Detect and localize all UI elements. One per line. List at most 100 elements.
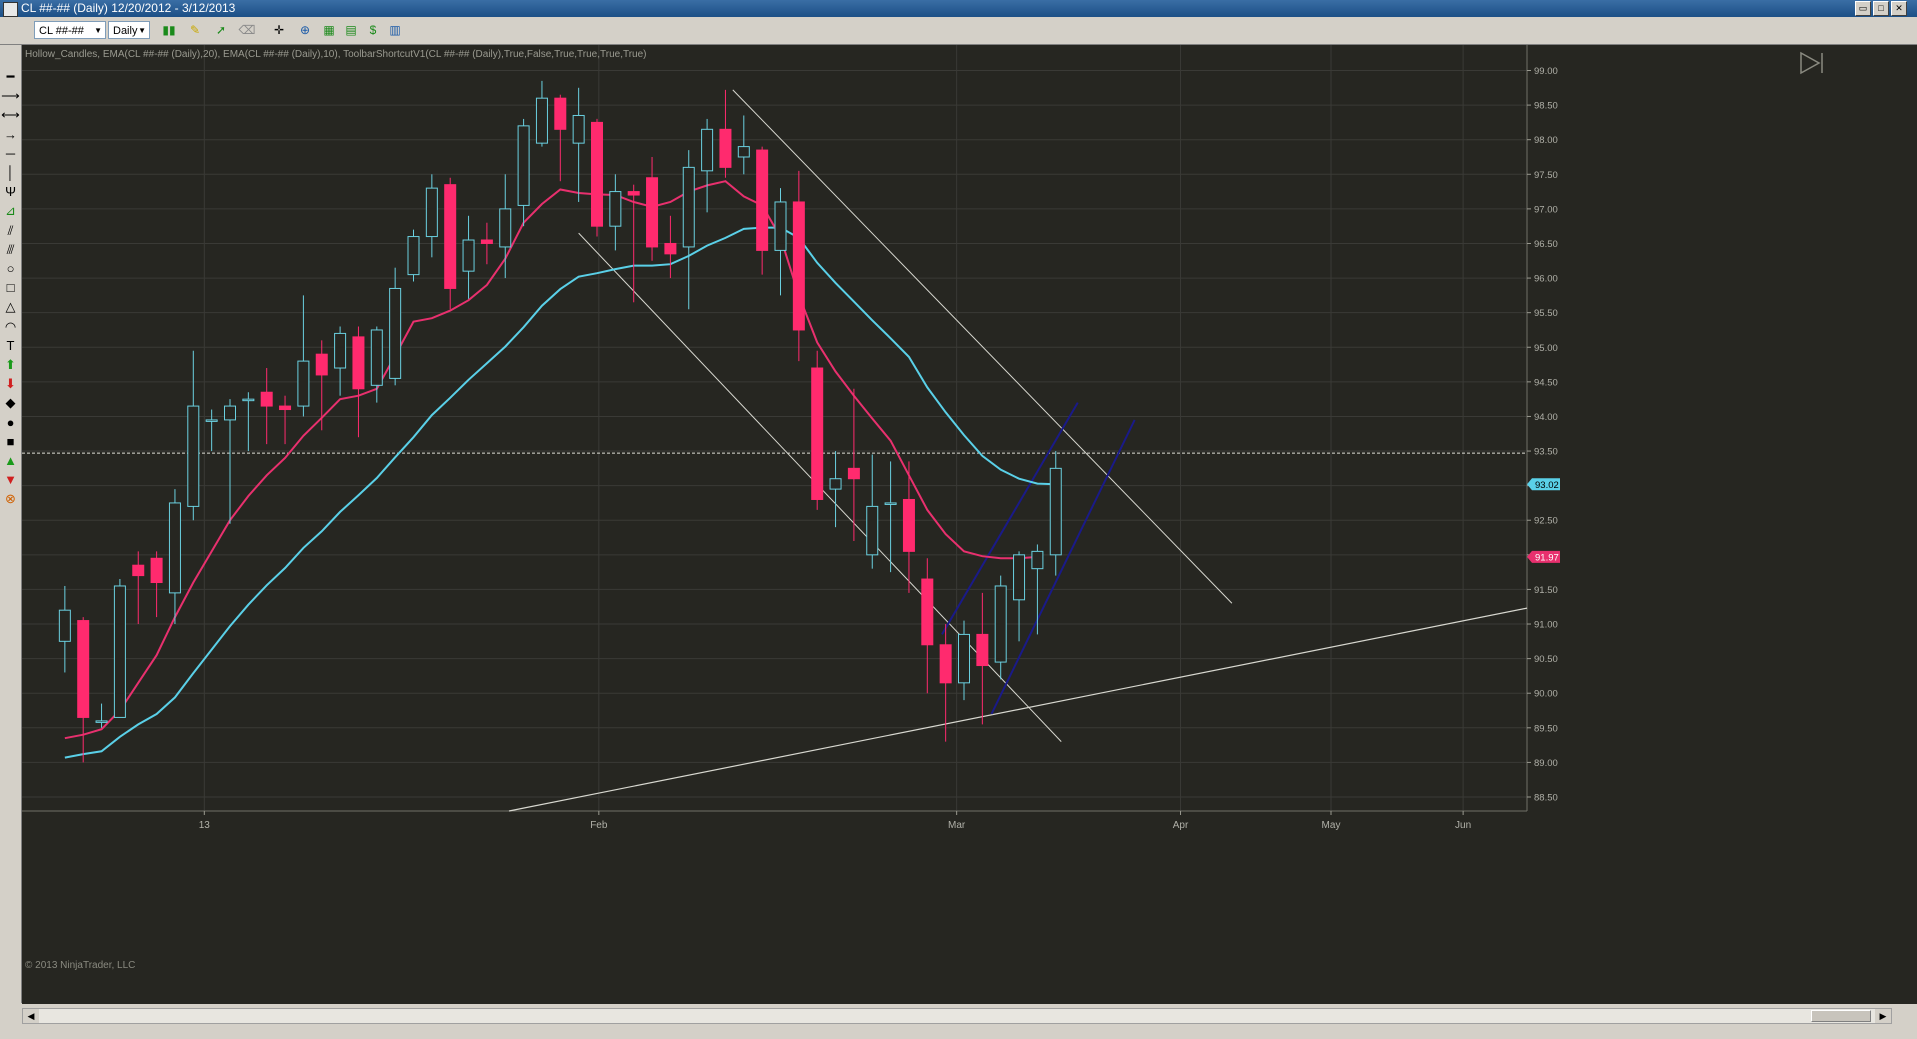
crosshair-icon[interactable]: ✛	[270, 21, 288, 39]
up-candle[interactable]	[113, 579, 126, 718]
chevron-down-icon: ▼	[94, 26, 102, 35]
price-tick-label: 90.50	[1534, 654, 1558, 665]
candle-body	[407, 236, 420, 276]
down-candle[interactable]	[591, 118, 603, 237]
up-candle[interactable]	[407, 229, 420, 282]
candle-body	[737, 146, 750, 158]
square-icon[interactable]: ■	[1, 432, 20, 451]
candle-body	[499, 208, 512, 248]
candle-body	[1031, 550, 1044, 570]
bottom-bar: ◀ ▶	[0, 1004, 1917, 1039]
candle-body	[792, 201, 805, 331]
interval-label: Daily	[113, 25, 138, 37]
candle-body	[389, 287, 402, 379]
fib-fan-icon[interactable]: ⊿	[1, 201, 20, 220]
candle-body	[994, 585, 1007, 663]
candle-body	[572, 114, 585, 144]
price-tick-label: 90.00	[1534, 689, 1558, 700]
candle-body	[352, 336, 365, 390]
price-tick-label: 89.50	[1534, 723, 1558, 734]
pencil-icon[interactable]: ✎	[186, 21, 204, 39]
time-tick-label: May	[1322, 820, 1341, 831]
zoom-icon[interactable]: ⊕	[296, 21, 314, 39]
price-tick-label: 97.50	[1534, 170, 1558, 181]
price-tick-label: 96.00	[1534, 274, 1558, 285]
candle-body	[664, 242, 677, 255]
scroll-thumb[interactable]	[1811, 1010, 1871, 1022]
strategies-icon[interactable]: ▤	[342, 21, 360, 39]
horizontal-line-icon[interactable]: ━	[1, 67, 20, 86]
interval-selector[interactable]: Daily ▼	[108, 21, 150, 39]
candle-body	[976, 633, 989, 667]
indicator-label: Hollow_Candles, EMA(CL ##-## (Daily),20)…	[25, 49, 647, 60]
ellipse-icon[interactable]: ○	[1, 259, 20, 278]
candle-body	[774, 201, 787, 251]
candle-body	[701, 128, 714, 172]
candle-body	[756, 149, 769, 251]
instrument-selector[interactable]: CL ##-## ▼	[34, 21, 106, 39]
close-icon[interactable]: ✕	[1891, 1, 1907, 16]
arrow-down-icon[interactable]: ⬇	[1, 374, 20, 393]
price-marker-label: 91.97	[1535, 552, 1559, 563]
candle-body	[535, 97, 548, 144]
price-marker: 91.97	[1527, 550, 1560, 563]
restore-icon[interactable]: ▭	[1855, 1, 1871, 16]
chart-panel[interactable]: 99.00 98.50 98.00 97.50 97.00 96.50 96.00 95.50…	[22, 45, 1917, 1004]
text-icon[interactable]: T	[1, 336, 20, 355]
candle-body	[627, 191, 640, 196]
candle-body	[921, 578, 934, 646]
pointer-icon[interactable]: ➚	[212, 21, 230, 39]
candle-body	[279, 405, 292, 411]
price-tick-label: 98.00	[1534, 135, 1558, 146]
candle-body	[462, 239, 475, 272]
magnet-icon[interactable]: ⊗	[1, 489, 20, 508]
price-tick-label: 97.00	[1534, 204, 1558, 215]
chart-background	[22, 45, 1917, 1004]
price-tick-label: 89.00	[1534, 758, 1558, 769]
candle-body	[646, 177, 659, 248]
price-tick-label: 91.00	[1534, 620, 1558, 631]
regression-channel-icon[interactable]: ⫻	[1, 240, 20, 259]
chevron-down-icon: ▼	[138, 26, 146, 35]
extended-line-icon[interactable]: ⟷	[1, 105, 20, 124]
candle-body	[444, 184, 457, 289]
indicators-icon[interactable]: ▦	[320, 21, 338, 39]
bar-type-icon[interactable]: ▮▮	[160, 21, 178, 39]
scroll-left-icon[interactable]: ◀	[23, 1009, 39, 1023]
price-tick-label: 95.00	[1534, 343, 1558, 354]
candle-body	[682, 166, 695, 248]
horizontal-scrollbar[interactable]: ◀ ▶	[22, 1008, 1892, 1024]
line-icon[interactable]: ─	[1, 144, 20, 163]
window-title: CL ##-## (Daily) 12/20/2012 - 3/12/2013	[21, 1, 236, 15]
time-tick-label: Apr	[1173, 820, 1189, 831]
triangle-down-icon[interactable]: ▼	[1, 470, 20, 489]
scroll-right-icon[interactable]: ▶	[1875, 1009, 1891, 1023]
arrow-line-icon[interactable]: →	[1, 125, 20, 144]
candle-body	[58, 609, 71, 642]
maximize-icon[interactable]: □	[1873, 1, 1889, 16]
candle-body	[132, 564, 145, 577]
diamond-icon[interactable]: ◆	[1, 393, 20, 412]
properties-icon[interactable]: ▥	[386, 21, 404, 39]
arc-icon[interactable]: ◠	[1, 317, 20, 336]
dot-icon[interactable]: ●	[1, 413, 20, 432]
candle-body	[113, 585, 126, 718]
parallel-channel-icon[interactable]: ⫽	[1, 221, 20, 240]
time-tick-label: Mar	[948, 820, 966, 831]
price-chart[interactable]: 99.00 98.50 98.00 97.50 97.00 96.50 96.00 95.50…	[22, 45, 1917, 1004]
price-tick-label: 99.00	[1534, 66, 1558, 77]
andrews-pitchfork-icon[interactable]: Ψ	[1, 182, 20, 201]
candle-body	[242, 398, 255, 402]
vertical-line-icon[interactable]: │	[1, 163, 20, 182]
arrow-up-icon[interactable]: ⬆	[1, 355, 20, 374]
candle-body	[719, 128, 732, 168]
dollar-icon[interactable]: $	[364, 21, 382, 39]
triangle-icon[interactable]: △	[1, 297, 20, 316]
ray-icon[interactable]: ⟶	[1, 86, 20, 105]
rectangle-icon[interactable]: □	[1, 278, 20, 297]
triangle-up-icon[interactable]: ▲	[1, 451, 20, 470]
eraser-icon[interactable]: ⌫	[238, 21, 256, 39]
price-tick-label: 95.50	[1534, 308, 1558, 319]
down-candle[interactable]	[811, 350, 824, 510]
candle-body	[1049, 467, 1062, 556]
